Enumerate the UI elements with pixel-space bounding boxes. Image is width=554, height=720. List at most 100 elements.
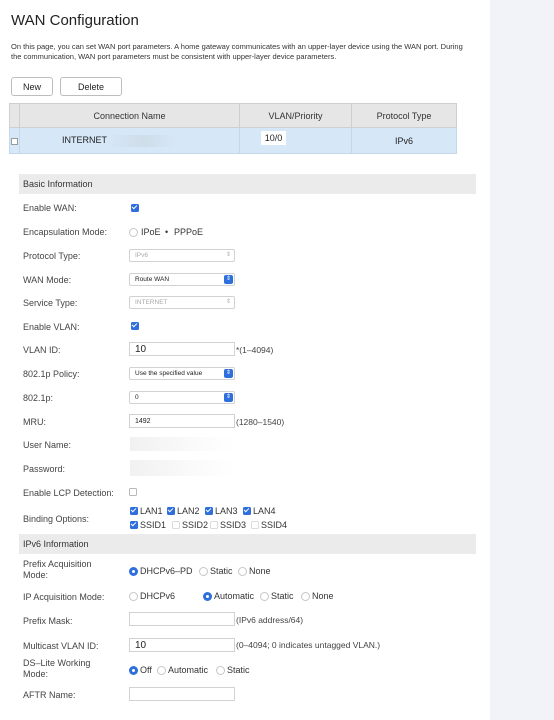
enable-wan-checkbox[interactable] bbox=[131, 204, 139, 212]
wan-mode-select[interactable]: Route WAN ⇕ bbox=[129, 273, 235, 286]
binding-lan2-label: LAN2 bbox=[177, 506, 200, 516]
wan-mode-value: Route WAN bbox=[135, 276, 170, 283]
dslite-automatic-radio[interactable] bbox=[157, 666, 166, 675]
lcp-detection-checkbox[interactable] bbox=[129, 488, 137, 496]
prefix-acq-label: Prefix Acquisition Mode: bbox=[23, 559, 92, 581]
aftr-name-label: AFTR Name: bbox=[23, 690, 76, 700]
prefix-dhcpv6pd-radio[interactable] bbox=[129, 567, 138, 576]
basic-info-header: Basic Information bbox=[19, 174, 476, 194]
dslite-label: DS–Lite Working Mode: bbox=[23, 658, 90, 680]
lcp-detection-label: Enable LCP Detection: bbox=[23, 488, 114, 498]
page-description: On this page, you can set WAN port param… bbox=[11, 42, 463, 61]
mcast-vlan-label: Multicast VLAN ID: bbox=[23, 641, 99, 651]
wan-mode-label: WAN Mode: bbox=[23, 275, 72, 285]
dslite-off-label: Off bbox=[140, 665, 152, 675]
ip-acq-static-radio[interactable] bbox=[260, 592, 269, 601]
service-type-label: Service Type: bbox=[23, 298, 78, 308]
header-connection-name: Connection Name bbox=[19, 103, 240, 128]
mru-input[interactable]: 1492 bbox=[129, 414, 235, 428]
binding-ssid2-label: SSID2 bbox=[182, 520, 209, 530]
enable-vlan-label: Enable VLAN: bbox=[23, 322, 80, 332]
dslite-automatic-label: Automatic bbox=[168, 665, 209, 675]
ip-acq-automatic-radio[interactable] bbox=[203, 592, 212, 601]
binding-ssid2-checkbox[interactable] bbox=[172, 521, 180, 529]
username-input[interactable] bbox=[129, 436, 235, 452]
protocol-type-select[interactable]: IPv6 ⇕ bbox=[129, 249, 235, 262]
new-button[interactable]: New bbox=[11, 77, 53, 96]
prefix-mask-label: Prefix Mask: bbox=[23, 616, 73, 626]
ip-acq-dhcpv6-radio[interactable] bbox=[129, 592, 138, 601]
protocol-type-label: Protocol Type: bbox=[23, 251, 81, 261]
binding-lan2-checkbox[interactable] bbox=[167, 507, 175, 515]
redacted-area bbox=[107, 134, 177, 147]
prefix-none-label: None bbox=[249, 566, 271, 576]
password-label: Password: bbox=[23, 464, 66, 474]
ip-acq-dhcpv6-label: DHCPv6 bbox=[140, 591, 176, 601]
service-type-select[interactable]: INTERNET ⇕ bbox=[129, 296, 235, 309]
encap-ipoe-radio[interactable] bbox=[129, 228, 138, 237]
encap-pppoe-label: PPPoE bbox=[174, 227, 204, 237]
row-checkbox[interactable] bbox=[11, 137, 18, 145]
mcast-vlan-input[interactable]: 10 bbox=[129, 638, 235, 652]
delete-button[interactable]: Delete bbox=[60, 77, 122, 96]
binding-lan4-label: LAN4 bbox=[253, 506, 276, 516]
wan-config-page: WAN Configuration On this page, you can … bbox=[0, 0, 490, 720]
row-protocol: IPv6 bbox=[351, 127, 457, 154]
connection-table: Connection Name VLAN/Priority Protocol T… bbox=[9, 103, 457, 154]
vlan-id-input[interactable]: 10 bbox=[129, 342, 235, 356]
prefix-none-radio[interactable] bbox=[238, 567, 247, 576]
policy-select[interactable]: Use the specified value ⇕ bbox=[129, 367, 235, 380]
policy-label: 802.1p Policy: bbox=[23, 369, 80, 379]
ip-acq-static-label: Static bbox=[271, 591, 294, 601]
p8021-label: 802.1p: bbox=[23, 393, 54, 403]
p8021-select[interactable]: 0 ⇕ bbox=[129, 391, 235, 404]
mru-hint: (1280–1540) bbox=[236, 417, 285, 427]
prefix-mask-input[interactable] bbox=[129, 612, 235, 626]
prefix-static-label: Static bbox=[210, 566, 233, 576]
binding-ssid1-checkbox[interactable] bbox=[130, 521, 138, 529]
prefix-acq-label-line2: Mode: bbox=[23, 570, 49, 580]
binding-ssid3-checkbox[interactable] bbox=[210, 521, 218, 529]
prefix-static-radio[interactable] bbox=[199, 567, 208, 576]
mru-label: MRU: bbox=[23, 417, 46, 427]
p8021-value: 0 bbox=[135, 394, 139, 401]
policy-value: Use the specified value bbox=[135, 370, 203, 377]
ip-acq-automatic-label: Automatic bbox=[214, 591, 255, 601]
binding-ssid1-label: SSID1 bbox=[140, 520, 167, 530]
prefix-mask-hint: (IPv6 address/64) bbox=[236, 615, 304, 625]
vlan-id-hint: *(1–4094) bbox=[236, 345, 274, 355]
ipv6-info-header: IPv6 Information bbox=[19, 534, 476, 554]
enable-vlan-checkbox[interactable] bbox=[131, 322, 139, 330]
mcast-vlan-hint: (0–4094; 0 indicates untagged VLAN.) bbox=[236, 640, 381, 650]
binding-lan3-checkbox[interactable] bbox=[205, 507, 213, 515]
page-title: WAN Configuration bbox=[11, 12, 139, 29]
dslite-label-line1: DS–Lite Working bbox=[23, 658, 91, 668]
dslite-label-line2: Mode: bbox=[23, 669, 49, 679]
aftr-name-input[interactable] bbox=[129, 687, 235, 701]
header-select bbox=[9, 103, 20, 128]
binding-options-label: Binding Options: bbox=[23, 514, 90, 524]
header-vlan-priority: VLAN/Priority bbox=[239, 103, 352, 128]
password-input[interactable] bbox=[129, 459, 235, 477]
row-select-cell[interactable] bbox=[9, 127, 20, 154]
binding-ssid4-checkbox[interactable] bbox=[251, 521, 259, 529]
binding-lan4-checkbox[interactable] bbox=[243, 507, 251, 515]
enable-wan-label: Enable WAN: bbox=[23, 203, 77, 213]
table-row[interactable]: INTERNET 10/0 IPv6 bbox=[9, 127, 457, 154]
dslite-static-radio[interactable] bbox=[216, 666, 225, 675]
ip-acq-none-radio[interactable] bbox=[301, 592, 310, 601]
row-connection-name: INTERNET bbox=[62, 134, 107, 145]
row-vlan-priority-cell: 10/0 bbox=[239, 127, 352, 154]
row-vlan-priority: 10/0 bbox=[260, 130, 287, 145]
select-arrow-icon: ⇕ bbox=[224, 369, 233, 378]
dslite-static-label: Static bbox=[227, 665, 250, 675]
dslite-off-radio[interactable] bbox=[129, 666, 138, 675]
select-arrow-icon: ⇕ bbox=[224, 275, 233, 284]
select-arrow-icon: ⇕ bbox=[224, 393, 233, 402]
row-connection-name-cell: INTERNET bbox=[19, 127, 240, 154]
binding-lan1-checkbox[interactable] bbox=[130, 507, 138, 515]
select-arrow-icon: ⇕ bbox=[225, 252, 232, 258]
prefix-acq-label-line1: Prefix Acquisition bbox=[23, 559, 92, 569]
encap-pppoe-dot: • bbox=[165, 227, 169, 237]
ip-acq-none-label: None bbox=[312, 591, 334, 601]
